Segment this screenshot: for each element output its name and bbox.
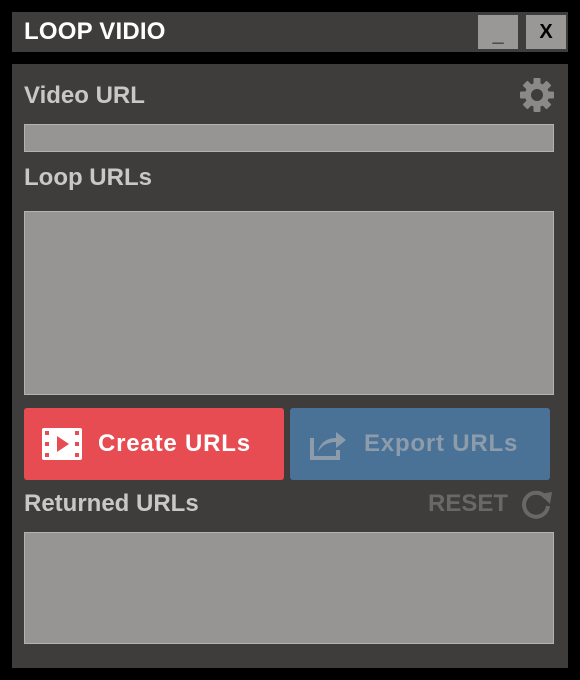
close-button[interactable]: X	[526, 15, 566, 49]
title-bar[interactable]: LOOP VIDIO _ X	[12, 12, 568, 52]
returned-urls-label: Returned URLs	[24, 490, 199, 517]
loop-urls-label: Loop URLs	[24, 164, 152, 191]
film-play-icon	[42, 428, 82, 460]
video-url-input[interactable]	[24, 124, 554, 152]
refresh-icon	[522, 490, 552, 519]
share-export-icon	[310, 432, 346, 460]
export-urls-label: Export URLs	[364, 430, 519, 457]
reset-label: RESET	[428, 490, 509, 517]
app-window: LOOP VIDIO _ X Video URL Loop URLs Creat…	[0, 0, 580, 680]
create-urls-button[interactable]: Create URLs	[24, 408, 284, 480]
gear-icon[interactable]	[518, 76, 556, 114]
export-urls-button[interactable]: Export URLs	[290, 408, 550, 480]
returned-urls-textarea[interactable]	[24, 532, 554, 644]
video-url-label: Video URL	[24, 82, 145, 109]
create-urls-label: Create URLs	[98, 430, 251, 457]
app-title: LOOP VIDIO	[24, 18, 166, 45]
loop-urls-textarea[interactable]	[24, 211, 554, 395]
main-panel: Video URL Loop URLs Create URLs Export U…	[12, 64, 568, 668]
minimize-button[interactable]: _	[478, 15, 518, 49]
